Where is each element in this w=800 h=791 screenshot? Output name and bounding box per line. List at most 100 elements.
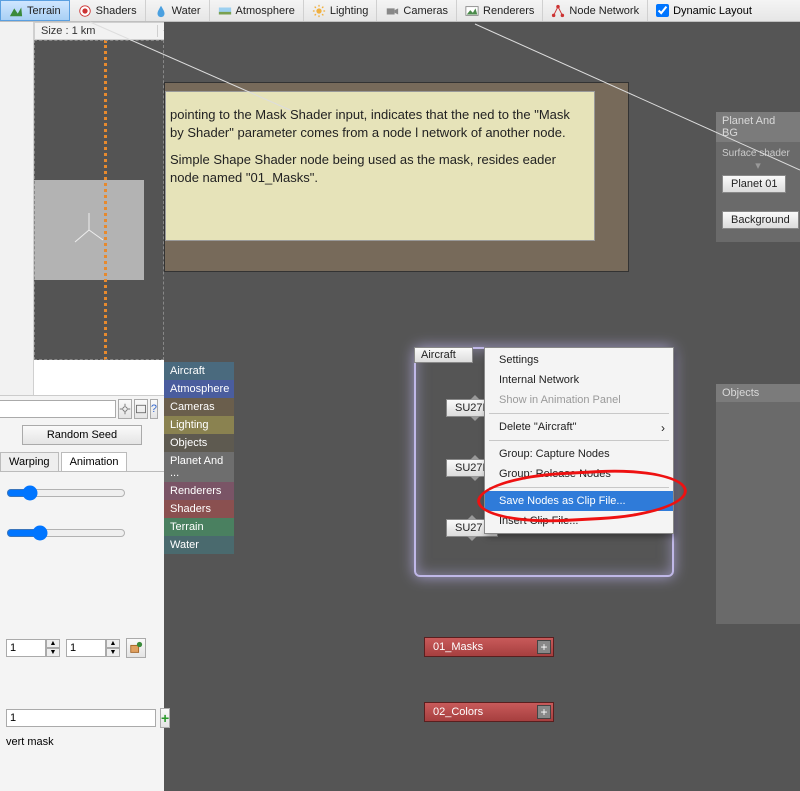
spin-down[interactable]: ▼ xyxy=(46,648,60,657)
category-water[interactable]: Water xyxy=(164,536,234,554)
tooltip-text-2: Simple Shape Shader node being used as t… xyxy=(170,151,584,186)
toolbar-terrain[interactable]: Terrain xyxy=(0,0,70,21)
toolbar-label: Shaders xyxy=(96,5,137,17)
toolbar-water[interactable]: Water xyxy=(146,0,210,21)
category-renderers[interactable]: Renderers xyxy=(164,482,234,500)
dynamic-layout-label: Dynamic Layout xyxy=(673,5,752,17)
panel-planet-bg: Planet And BG Surface shader ▾ Planet 01… xyxy=(716,112,800,242)
category-lighting[interactable]: Lighting xyxy=(164,416,234,434)
invert-mask-label: vert mask xyxy=(6,736,54,748)
header-node-label: 01_Masks xyxy=(433,641,483,653)
header-node-colors[interactable]: 02_Colors + xyxy=(424,702,554,722)
spinbox-1[interactable]: ▲▼ xyxy=(6,639,60,657)
preview-thumbnail[interactable] xyxy=(34,180,144,280)
gear-button[interactable] xyxy=(118,399,132,419)
spinbox-1-field[interactable] xyxy=(6,639,46,657)
toolbar-label: Atmosphere xyxy=(236,5,295,17)
settings-tabs: Warping Animation xyxy=(0,452,164,472)
ctx-show-animation: Show in Animation Panel xyxy=(485,390,673,410)
tooltip-text-1: pointing to the Mask Shader input, indic… xyxy=(170,106,584,141)
spin-up[interactable]: ▲ xyxy=(106,639,120,648)
settings-panel: ? Random Seed Warping Animation ▲▼ ▲▼ + … xyxy=(0,395,164,791)
plus-icon: + xyxy=(161,710,169,726)
preview-pane xyxy=(34,40,164,360)
category-list: Aircraft Atmosphere Cameras Lighting Obj… xyxy=(164,362,234,554)
category-terrain[interactable]: Terrain xyxy=(164,518,234,536)
tab-animation[interactable]: Animation xyxy=(61,452,128,471)
preview-button[interactable] xyxy=(134,399,148,419)
renderers-icon xyxy=(465,4,479,18)
spinbox-2-field[interactable] xyxy=(66,639,106,657)
ctx-separator xyxy=(489,413,669,414)
toolbar-node-network[interactable]: Node Network xyxy=(543,0,648,21)
lighting-icon xyxy=(312,4,326,18)
toolbar-label: Water xyxy=(172,5,201,17)
toolbar-lighting[interactable]: Lighting xyxy=(304,0,378,21)
node-network-icon xyxy=(551,4,565,18)
slider-2[interactable] xyxy=(6,525,126,541)
panel-objects: Objects xyxy=(716,384,800,624)
assign-shader-icon xyxy=(129,641,143,655)
cameras-icon xyxy=(385,4,399,18)
random-seed-button[interactable]: Random Seed xyxy=(22,425,142,445)
tooltip-box: pointing to the Mask Shader input, indic… xyxy=(165,91,595,241)
expand-icon[interactable]: + xyxy=(537,640,551,654)
category-planet[interactable]: Planet And ... xyxy=(164,452,234,482)
shaders-icon xyxy=(78,4,92,18)
surface-shader-label: Surface shader xyxy=(722,148,794,159)
toolbar-atmosphere[interactable]: Atmosphere xyxy=(210,0,304,21)
water-icon xyxy=(154,4,168,18)
ctx-separator xyxy=(489,440,669,441)
category-shaders[interactable]: Shaders xyxy=(164,500,234,518)
preview-divider xyxy=(104,40,107,360)
ctx-group-capture[interactable]: Group: Capture Nodes xyxy=(485,444,673,464)
panel-header: Planet And BG xyxy=(716,112,800,142)
preview-icon xyxy=(135,403,147,415)
ctx-delete[interactable]: Delete "Aircraft" xyxy=(485,417,673,437)
ctx-save-clip[interactable]: Save Nodes as Clip File... xyxy=(485,491,673,511)
help-icon: ? xyxy=(151,403,157,415)
background-node-button[interactable]: Background xyxy=(722,211,799,229)
ctx-internal-network[interactable]: Internal Network xyxy=(485,370,673,390)
toolbar-label: Renderers xyxy=(483,5,534,17)
atmosphere-icon xyxy=(218,4,232,18)
slider-1[interactable] xyxy=(6,485,126,501)
help-button[interactable]: ? xyxy=(150,399,158,419)
toolbar-label: Node Network xyxy=(569,5,639,17)
tooltip-frame: pointing to the Mask Shader input, indic… xyxy=(164,82,629,272)
dynamic-layout-checkbox[interactable] xyxy=(656,4,669,17)
assign-shader-button[interactable] xyxy=(126,638,146,658)
toolbar-label: Lighting xyxy=(330,5,369,17)
planet-node-button[interactable]: Planet 01 xyxy=(722,175,786,193)
category-objects[interactable]: Objects xyxy=(164,434,234,452)
expand-icon[interactable]: + xyxy=(537,705,551,719)
name-field[interactable] xyxy=(0,400,116,418)
context-menu: Settings Internal Network Show in Animat… xyxy=(484,347,674,534)
add-mask-button[interactable]: + xyxy=(160,708,170,728)
category-cameras[interactable]: Cameras xyxy=(164,398,234,416)
camera-gizmo-icon xyxy=(69,210,109,250)
spin-up[interactable]: ▲ xyxy=(46,639,60,648)
toolbar-cameras[interactable]: Cameras xyxy=(377,0,457,21)
node-canvas[interactable]: pointing to the Mask Shader input, indic… xyxy=(164,22,800,791)
toolbar-label: Terrain xyxy=(27,5,61,17)
toolbar-label: Cameras xyxy=(403,5,448,17)
tab-warping[interactable]: Warping xyxy=(0,452,59,471)
toolbar-renderers[interactable]: Renderers xyxy=(457,0,543,21)
spin-down[interactable]: ▼ xyxy=(106,648,120,657)
category-aircraft[interactable]: Aircraft xyxy=(164,362,234,380)
header-node-masks[interactable]: 01_Masks + xyxy=(424,637,554,657)
mask-field[interactable] xyxy=(6,709,156,727)
size-label: Size : 1 km xyxy=(35,25,157,37)
group-title[interactable]: Aircraft xyxy=(414,347,473,363)
ctx-insert-clip[interactable]: Insert Clip File... xyxy=(485,511,673,531)
terrain-icon xyxy=(9,4,23,18)
toolbar-shaders[interactable]: Shaders xyxy=(70,0,146,21)
category-atmosphere[interactable]: Atmosphere xyxy=(164,380,234,398)
panel-header: Objects xyxy=(716,384,800,402)
ctx-group-release[interactable]: Group: Release Nodes xyxy=(485,464,673,484)
spinbox-2[interactable]: ▲▼ xyxy=(66,639,120,657)
dynamic-layout-toggle[interactable]: Dynamic Layout xyxy=(648,0,760,21)
gear-icon xyxy=(119,403,131,415)
ctx-settings[interactable]: Settings xyxy=(485,350,673,370)
